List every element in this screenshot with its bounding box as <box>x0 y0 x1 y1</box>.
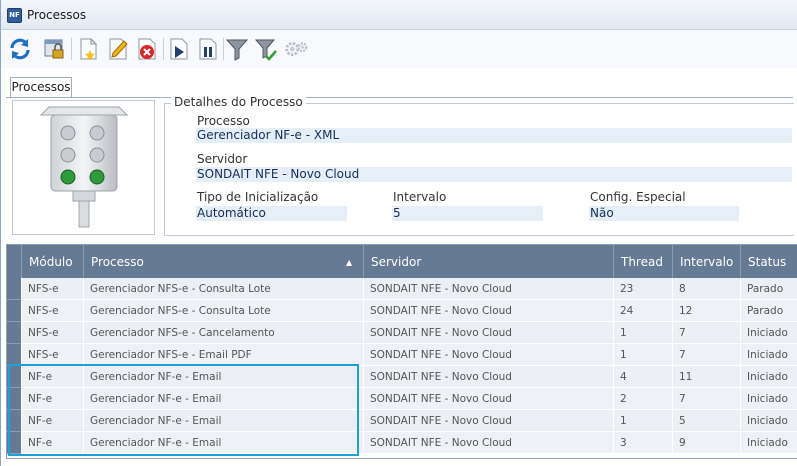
cell-status: Iniciado <box>740 432 797 454</box>
settings-button[interactable] <box>283 36 309 62</box>
intervalo-label: Intervalo <box>393 190 447 204</box>
cell-modulo: NFS-e <box>21 344 83 366</box>
edit-button[interactable] <box>105 36 131 62</box>
cell-servidor: SONDAIT NFE - Novo Cloud <box>363 300 613 322</box>
toolbar <box>1 30 797 68</box>
lock-config-button[interactable] <box>41 36 67 62</box>
col-header-intervalo[interactable]: Intervalo <box>672 245 740 278</box>
new-button[interactable] <box>75 36 101 62</box>
cell-thread: 3 <box>613 432 672 454</box>
row-selector[interactable] <box>7 300 21 322</box>
cell-intervalo: 7 <box>672 344 740 366</box>
cell-status: Iniciado <box>740 388 797 410</box>
delete-icon <box>138 38 156 60</box>
cell-thread: 1 <box>613 322 672 344</box>
new-document-icon <box>80 37 98 60</box>
row-selector[interactable] <box>7 344 21 366</box>
sort-ascending-icon: ▲ <box>346 258 353 267</box>
cell-servidor: SONDAIT NFE - Novo Cloud <box>363 322 613 344</box>
cell-intervalo: 11 <box>672 366 740 388</box>
col-header-servidor[interactable]: Servidor <box>363 245 613 278</box>
start-button[interactable] <box>166 36 192 62</box>
cell-thread: 1 <box>613 344 672 366</box>
tipo-inicializacao-label: Tipo de Inicialização <box>197 190 319 204</box>
cell-status: Iniciado <box>740 410 797 432</box>
cell-thread: 24 <box>613 300 672 322</box>
process-image <box>12 100 155 235</box>
col-header-modulo[interactable]: Módulo <box>21 245 83 278</box>
cell-processo: Gerenciador NFS-e - Consulta Lote <box>83 278 363 300</box>
tipo-inicializacao-field: Automático <box>196 206 347 221</box>
servidor-label: Servidor <box>197 152 248 166</box>
cell-servidor: SONDAIT NFE - Novo Cloud <box>363 278 613 300</box>
col-header-status[interactable]: Status <box>740 245 797 278</box>
cell-modulo: NFS-e <box>21 278 83 300</box>
cell-modulo: NFS-e <box>21 322 83 344</box>
intervalo-field: 5 <box>392 206 543 221</box>
details-legend: Detalhes do Processo <box>171 95 306 109</box>
selection-highlight <box>8 364 359 456</box>
cell-processo: Gerenciador NFS-e - Consulta Lote <box>83 300 363 322</box>
cell-servidor: SONDAIT NFE - Novo Cloud <box>363 410 613 432</box>
table-row[interactable]: NFS-e Gerenciador NFS-e - Cancelamento SON… <box>7 322 797 344</box>
tab-underline <box>6 97 793 98</box>
processo-label: Processo <box>197 114 250 128</box>
refresh-button[interactable] <box>7 36 33 62</box>
refresh-icon <box>10 38 30 60</box>
cell-servidor: SONDAIT NFE - Novo Cloud <box>363 432 613 454</box>
cell-servidor: SONDAIT NFE - Novo Cloud <box>363 366 613 388</box>
filter-apply-icon <box>254 39 277 61</box>
cell-thread: 23 <box>613 278 672 300</box>
cell-intervalo: 5 <box>672 410 740 432</box>
cell-intervalo: 7 <box>672 322 740 344</box>
table-row[interactable]: NFS-e Gerenciador NFS-e - Consulta Lote SO… <box>7 300 797 322</box>
servidor-field: SONDAIT NFE - Novo Cloud <box>196 167 792 182</box>
title-bar: NF Processos <box>1 0 797 30</box>
settings-gear-icon <box>285 42 308 56</box>
table-row[interactable]: NFS-e Gerenciador NFS-e - Email PDF SONDAI… <box>7 344 797 366</box>
app-logo-icon: NF <box>7 8 22 23</box>
cell-modulo: NFS-e <box>21 300 83 322</box>
cell-servidor: SONDAIT NFE - Novo Cloud <box>363 388 613 410</box>
filter-apply-button[interactable] <box>253 36 279 62</box>
pause-button[interactable] <box>195 36 221 62</box>
play-icon <box>170 38 188 60</box>
col-header-processo[interactable]: Processo ▲ <box>83 245 363 278</box>
grid-header: Módulo Processo ▲ Servidor Thread Interv… <box>7 245 797 278</box>
processos-window: NF Processos Processos Detalhes do Proce… <box>0 0 797 466</box>
delete-button[interactable] <box>134 36 160 62</box>
lock-config-icon <box>44 39 64 59</box>
table-row[interactable]: NFS-e Gerenciador NFS-e - Consulta Lote SO… <box>7 278 797 300</box>
cell-intervalo: 12 <box>672 300 740 322</box>
cell-processo: Gerenciador NFS-e - Cancelamento <box>83 322 363 344</box>
window-title: Processos <box>27 8 87 22</box>
filter-icon <box>225 39 249 61</box>
cell-status: Parado <box>740 278 797 300</box>
cell-status: Iniciado <box>740 322 797 344</box>
row-selector[interactable] <box>7 278 21 300</box>
col-header-processo-label: Processo <box>91 255 144 269</box>
config-especial-field: Não <box>589 206 739 221</box>
cell-intervalo: 8 <box>672 278 740 300</box>
pause-icon <box>199 38 217 60</box>
col-header-thread[interactable]: Thread <box>613 245 672 278</box>
cell-servidor: SONDAIT NFE - Novo Cloud <box>363 344 613 366</box>
traffic-light-icon <box>39 106 129 228</box>
cell-intervalo: 7 <box>672 388 740 410</box>
filter-button[interactable] <box>224 36 250 62</box>
row-selector[interactable] <box>7 322 21 344</box>
cell-thread: 1 <box>613 410 672 432</box>
config-especial-label: Config. Especial <box>590 190 686 204</box>
edit-pencil-icon <box>109 38 128 60</box>
cell-status: Iniciado <box>740 344 797 366</box>
cell-status: Parado <box>740 300 797 322</box>
cell-status: Iniciado <box>740 366 797 388</box>
tab-processos[interactable]: Processos <box>10 77 72 98</box>
cell-intervalo: 9 <box>672 432 740 454</box>
cell-thread: 4 <box>613 366 672 388</box>
processo-field: Gerenciador NF-e - XML <box>196 128 792 143</box>
cell-thread: 2 <box>613 388 672 410</box>
cell-processo: Gerenciador NFS-e - Email PDF <box>83 344 363 366</box>
row-selector-header <box>7 245 21 278</box>
